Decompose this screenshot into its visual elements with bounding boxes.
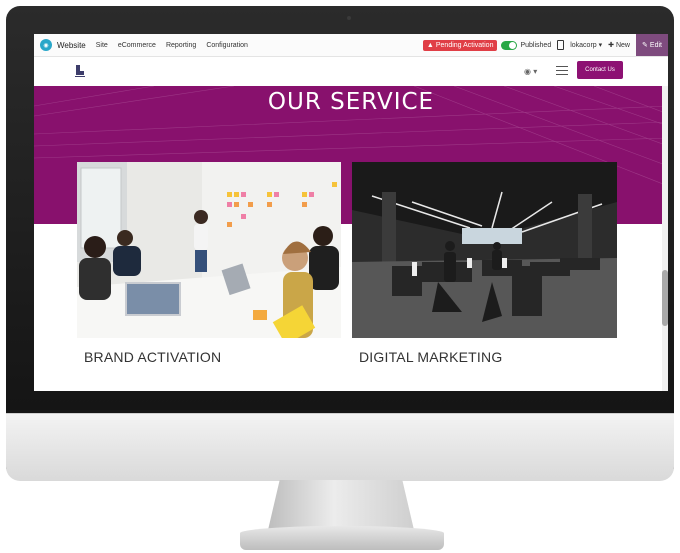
website-app-icon[interactable]: ◉ xyxy=(40,39,52,51)
screen: ◉ Website Site eCommerce Reporting Confi… xyxy=(34,34,668,391)
plus-icon: ✚ xyxy=(608,42,615,49)
bell-icon: ▲ xyxy=(426,41,434,49)
pending-activation-label: Pending Activation xyxy=(435,41,494,49)
page-scrollbar[interactable] xyxy=(662,86,668,391)
meeting-photo xyxy=(77,162,341,338)
published-label: Published xyxy=(520,41,552,49)
menu-item-configuration[interactable]: Configuration xyxy=(206,42,248,49)
menu-item-site[interactable]: Site xyxy=(96,42,108,49)
brand-activation-image[interactable] xyxy=(77,162,341,338)
pending-activation-badge[interactable]: ▲ Pending Activation xyxy=(422,39,498,51)
menu-item-ecommerce[interactable]: eCommerce xyxy=(118,42,156,49)
app-name[interactable]: Website xyxy=(57,41,86,50)
monitor-stand-base xyxy=(240,526,444,550)
company-name: lokacorp xyxy=(570,42,597,49)
edit-button[interactable]: ✎ Edit xyxy=(636,34,668,56)
pencil-icon: ✎ xyxy=(642,42,648,49)
scrollbar-thumb[interactable] xyxy=(662,270,668,326)
company-switcher[interactable]: lokacorp ▾ xyxy=(570,41,602,49)
monitor-stand-neck xyxy=(268,480,414,530)
service-title-digital-marketing: DIGITAL MARKETING xyxy=(359,349,503,365)
office-photo xyxy=(352,162,617,338)
user-account-icon[interactable]: ◉ ▾ xyxy=(524,67,537,76)
published-toggle[interactable] xyxy=(501,40,518,50)
menu-toggle-icon[interactable] xyxy=(556,66,568,75)
service-title-brand-activation: BRAND ACTIVATION xyxy=(84,349,222,365)
new-label: New xyxy=(615,42,630,49)
camera-dot xyxy=(347,16,351,20)
edit-label: Edit xyxy=(649,41,662,49)
site-header: ◉ ▾ Contact Us xyxy=(34,57,668,86)
new-button[interactable]: ✚ New xyxy=(608,41,630,49)
site-logo-icon[interactable] xyxy=(74,64,86,78)
menu-item-reporting[interactable]: Reporting xyxy=(166,42,196,49)
odoo-top-bar: ◉ Website Site eCommerce Reporting Confi… xyxy=(34,34,668,57)
monitor-chin xyxy=(6,413,674,481)
mobile-preview-icon[interactable] xyxy=(557,40,565,50)
digital-marketing-image[interactable] xyxy=(352,162,617,338)
contact-us-button[interactable]: Contact Us xyxy=(577,61,623,79)
section-title: OUR SERVICE xyxy=(267,89,435,115)
